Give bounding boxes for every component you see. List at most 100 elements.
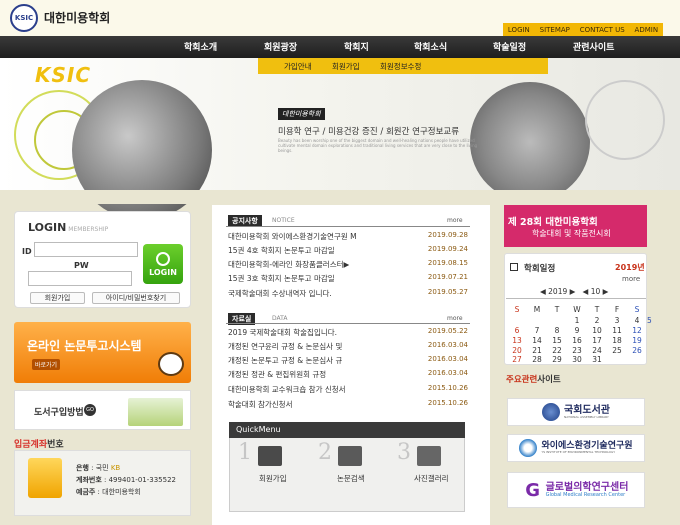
link-ys-institute[interactable]: 와이에스환경기술연구원 YS INSTITUTE OF ENVIRONMENTA… — [507, 434, 645, 462]
calendar-day[interactable]: 15 — [547, 336, 567, 345]
calendar-day[interactable]: 23 — [567, 346, 587, 355]
clipboard-icon[interactable] — [338, 446, 362, 466]
nav-item-related-sites[interactable]: 관련사이트 — [573, 40, 614, 53]
link-national-assembly-library[interactable]: 국회도서관 NATIONAL ASSEMBLY LIBRARY — [507, 398, 645, 426]
camera-icon[interactable] — [417, 446, 441, 466]
calendar-day[interactable]: 17 — [587, 336, 607, 345]
subnav-item-signup[interactable]: 회원가입 — [332, 61, 360, 72]
calendar-day[interactable]: 10 — [587, 326, 607, 335]
quickmenu-number: 1 — [238, 440, 252, 465]
ksic-logo[interactable]: KSIC — [10, 4, 38, 32]
power-icon — [156, 251, 170, 266]
calendar-day[interactable]: 29 — [547, 355, 567, 364]
quickmenu-gallery[interactable]: 사진갤러리 — [414, 473, 449, 484]
paper-submission-shortcut[interactable]: 바로가기 — [32, 359, 61, 370]
util-admin-link[interactable]: ADMIN — [635, 26, 659, 34]
quickmenu-title: QuickMenu — [236, 425, 281, 434]
hero-badge: 대한미용학회 — [278, 108, 325, 120]
calendar-day[interactable]: 19 — [627, 336, 647, 345]
util-login-link[interactable]: LOGIN — [508, 26, 530, 34]
calendar-day[interactable]: 2 — [587, 316, 607, 325]
quickmenu-paper-search[interactable]: 논문검색 — [337, 473, 365, 484]
calendar-day[interactable]: 24 — [587, 346, 607, 355]
ys-institute-emblem-icon — [519, 439, 538, 457]
password-input[interactable] — [28, 271, 132, 286]
quickmenu-signup[interactable]: 회원가입 — [259, 473, 287, 484]
calendar-nav[interactable]: ◀ 2019 ▶ ◀ 10 ▶ — [540, 287, 608, 296]
month-switcher[interactable]: ◀ 10 ▶ — [583, 287, 609, 296]
hero-subtext: Beauty has been worship one of the bigge… — [278, 138, 478, 153]
list-item[interactable]: 학술대회 참가신청서 2015.10.26 — [228, 399, 468, 410]
calendar-day[interactable]: 7 — [527, 326, 547, 335]
util-contact-link[interactable]: CONTACT US — [580, 26, 625, 34]
calendar-day[interactable]: 26 — [627, 346, 647, 355]
calendar-day[interactable]: 20 — [507, 346, 527, 355]
calendar-day[interactable]: 14 — [527, 336, 547, 345]
list-item[interactable]: 개정된 정관 & 편집위원회 규정 2016.03.04 — [228, 369, 468, 380]
find-account-button[interactable]: 아이디/비밀번호찾기 — [92, 292, 180, 304]
weekday-label: F — [614, 305, 620, 314]
calendar-day[interactable]: 18 — [607, 336, 627, 345]
global-medical-g-icon: G — [525, 479, 540, 501]
subnav-item-join-info[interactable]: 가입안내 — [284, 61, 312, 72]
calendar-day[interactable]: 11 — [607, 326, 627, 335]
calendar-day[interactable]: 8 — [547, 326, 567, 335]
calendar-day[interactable]: 3 — [607, 316, 627, 325]
utility-links: LOGIN SITEMAP CONTACT US ADMIN — [503, 23, 663, 36]
go-icon[interactable]: GO — [84, 404, 96, 416]
sub-nav: 가입안내 회원가입 회원정보수정 — [258, 58, 548, 74]
related-sites-title: 주요관련사이트 — [506, 375, 561, 385]
calendar-day[interactable]: 13 — [507, 336, 527, 345]
list-item[interactable]: 대한미용학회 와이에스환경기술연구원 M 2019.09.28 — [228, 231, 468, 242]
calendar-more-link[interactable]: more — [622, 275, 640, 283]
nav-item-journal[interactable]: 학회지 — [344, 40, 369, 53]
calendar-day[interactable]: 21 — [527, 346, 547, 355]
list-item[interactable]: 대한미용학회-에라인 화장품클러스터▶ 2019.08.15 — [228, 259, 468, 270]
calendar-day[interactable]: 25 — [607, 346, 627, 355]
weekday-label: S — [634, 305, 640, 314]
subnav-item-edit-profile[interactable]: 회원정보수정 — [380, 61, 421, 72]
microscope-image-right — [470, 82, 590, 202]
calendar-day[interactable]: 6 — [507, 326, 527, 335]
main-nav: 학회소개 회원광장 학회지 학회소식 학술일정 관련사이트 — [0, 36, 680, 58]
nav-item-schedule[interactable]: 학술일정 — [493, 40, 526, 53]
link-global-medical-research[interactable]: G 글로벌의학연구센터 Global Medical Research Cent… — [507, 472, 645, 508]
calendar-day[interactable]: 1 — [567, 316, 587, 325]
site-title[interactable]: 대한미용학회 — [44, 9, 110, 26]
list-item[interactable]: 2019 국제학술대회 학술집입니다. 2019.05.22 — [228, 327, 468, 338]
util-sitemap-link[interactable]: SITEMAP — [540, 26, 570, 34]
calendar-day[interactable]: 12 — [627, 326, 647, 335]
nav-item-news[interactable]: 학회소식 — [414, 40, 447, 53]
calendar-divider — [506, 298, 646, 299]
hero-bottom-edge — [0, 190, 680, 204]
list-item[interactable]: 개정된 연구윤리 규정 & 논문심사 및 2016.03.04 — [228, 341, 468, 352]
bank-line: 은행 : 국민 KB — [76, 464, 121, 472]
nav-item-members[interactable]: 회원광장 — [264, 40, 297, 53]
calendar-day[interactable]: 22 — [547, 346, 567, 355]
laptop-icon[interactable] — [258, 446, 282, 466]
list-item[interactable]: 15권 3호 학회지 논문투고 마감일 2019.07.21 — [228, 273, 468, 284]
calendar-day[interactable]: 4 — [627, 316, 647, 325]
bank-account-title: 입금계좌번호 — [14, 440, 64, 450]
calendar-day[interactable]: 30 — [567, 355, 587, 364]
year-switcher[interactable]: ◀ 2019 ▶ — [540, 287, 575, 296]
list-item[interactable]: 대한미용학회 교수워크숍 참가 신청서 2015.10.26 — [228, 384, 468, 395]
calendar-year: 2019년 — [615, 263, 645, 272]
calendar-day[interactable]: 27 — [507, 355, 527, 364]
nav-item-about[interactable]: 학회소개 — [184, 40, 217, 53]
book-purchase-label: 도서구입방법 — [34, 408, 84, 418]
account-number-line: 계좌번호 : 499401-01-335522 — [76, 476, 176, 484]
notice-more-link[interactable]: more — [447, 217, 463, 224]
id-input[interactable] — [34, 242, 138, 257]
calendar-day[interactable]: 9 — [567, 326, 587, 335]
calendar-day[interactable]: 31 — [587, 355, 607, 364]
join-button[interactable]: 회원가입 — [30, 292, 85, 304]
list-item[interactable]: 개정된 논문투고 규정 & 논문심사 규 2016.03.04 — [228, 355, 468, 366]
login-button[interactable]: LOGIN — [143, 244, 183, 284]
calendar-day[interactable]: 28 — [527, 355, 547, 364]
list-item[interactable]: 국제학술대회 수상내역자 입니다. 2019.05.27 — [228, 288, 468, 299]
national-library-emblem-icon — [542, 403, 560, 421]
data-more-link[interactable]: more — [447, 315, 463, 322]
list-item[interactable]: 15권 4호 학회지 논문투고 마감일 2019.09.24 — [228, 245, 468, 256]
calendar-day[interactable]: 16 — [567, 336, 587, 345]
